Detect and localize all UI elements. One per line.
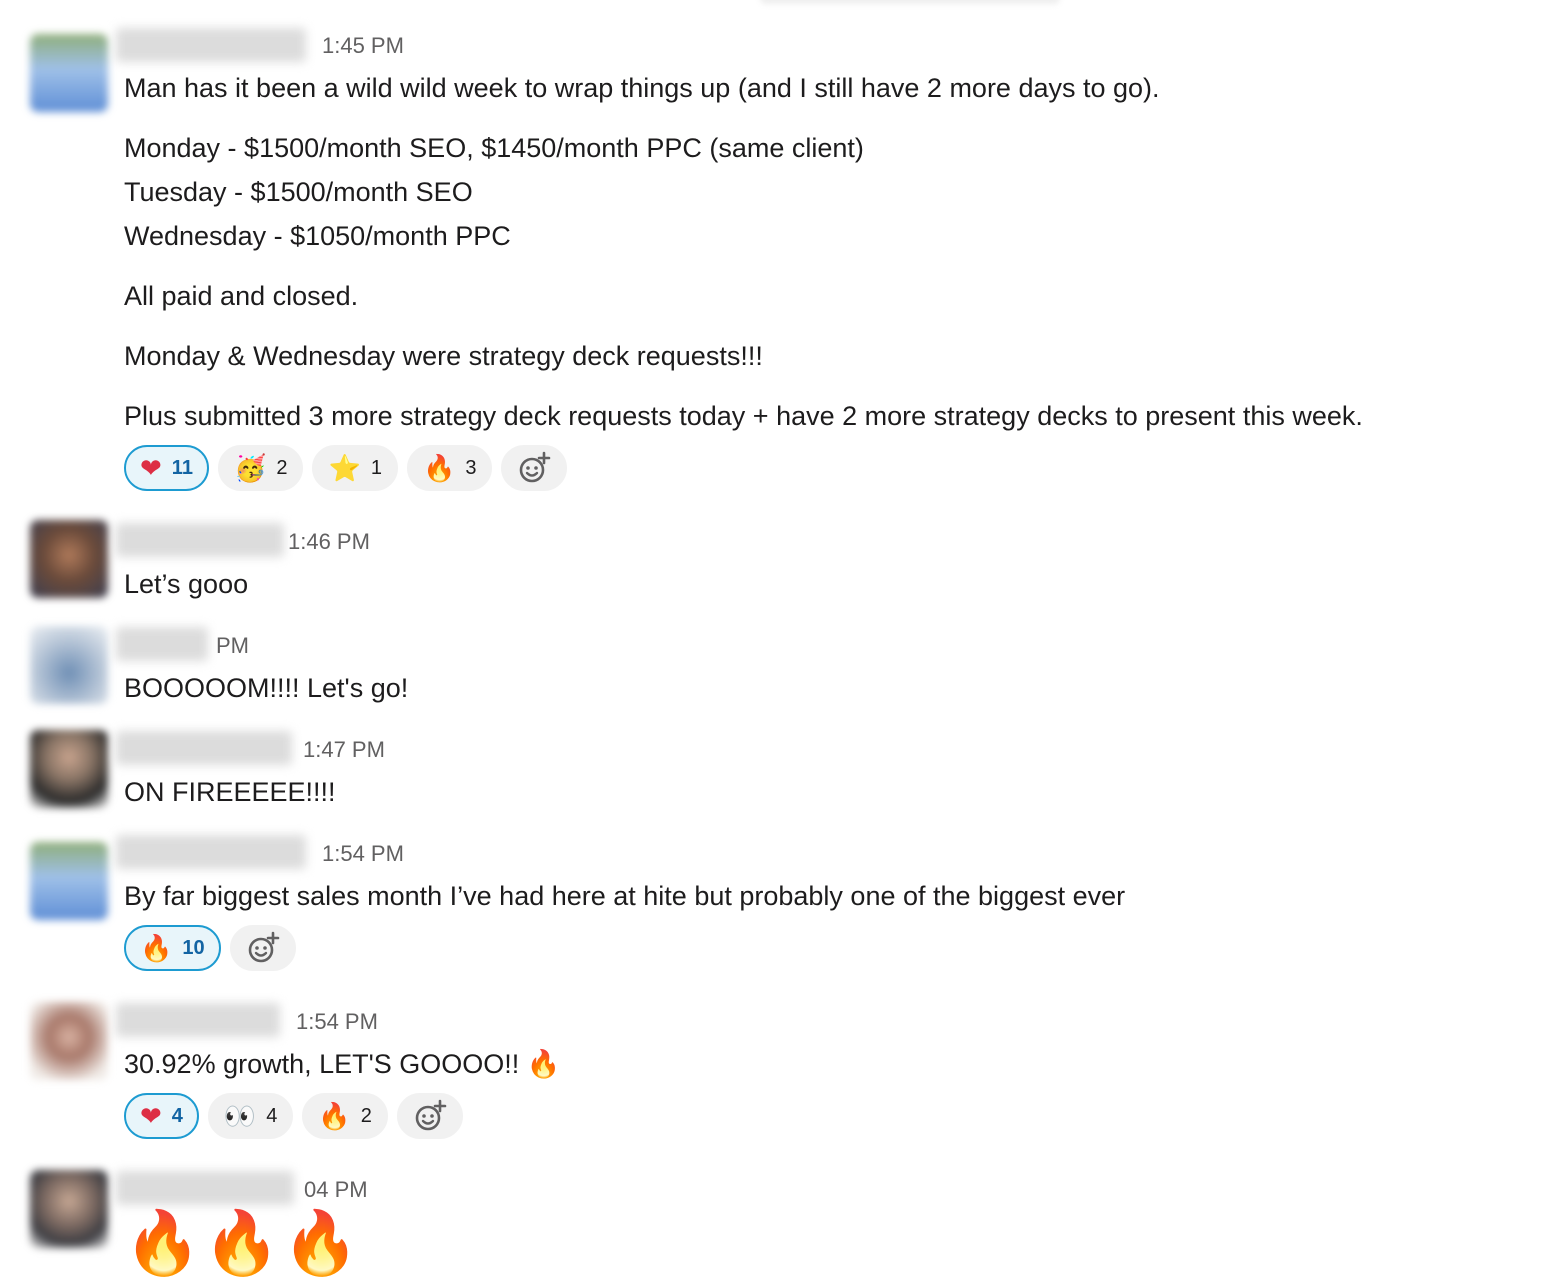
message-text: BOOOOOM!!!! Let's go! [124, 673, 409, 703]
message-text: 30.92% growth, LET'S GOOOO!! 🔥 [124, 1049, 561, 1079]
avatar[interactable] [30, 626, 108, 704]
reaction-count: 11 [171, 456, 193, 479]
add-reaction-icon [248, 931, 279, 963]
author-name[interactable] [116, 731, 292, 765]
message-line: Monday & Wednesday were strategy deck re… [124, 341, 763, 371]
reaction-fire[interactable]: 🔥 10 [124, 925, 221, 971]
heart-icon: ❤ [140, 453, 162, 483]
add-reaction-button[interactable] [396, 1093, 463, 1139]
add-reaction-button[interactable] [501, 445, 568, 491]
message-line: Monday - $1500/month SEO, $1450/month PP… [124, 133, 864, 163]
avatar[interactable] [30, 730, 108, 808]
message-text: ON FIREEEEE!!!! [124, 777, 336, 807]
avatar[interactable] [30, 520, 108, 598]
reaction-star[interactable]: ⭐ 1 [312, 445, 398, 491]
fire-icon: 🔥 [422, 453, 456, 483]
reaction-count: 4 [266, 1104, 278, 1127]
star-icon: ⭐ [328, 453, 361, 483]
reaction-count: 1 [370, 456, 382, 479]
reaction-bar: ❤ 4 👀 4 🔥 2 [124, 1093, 463, 1139]
author-name[interactable] [116, 627, 208, 661]
author-name[interactable] [116, 1003, 280, 1037]
reaction-count: 10 [182, 936, 205, 959]
message-line: Tuesday - $1500/month SEO [124, 177, 473, 207]
timestamp[interactable]: 04 PM [304, 1177, 368, 1203]
author-name[interactable] [116, 28, 306, 62]
reaction-count: 2 [276, 456, 288, 479]
reaction-eyes[interactable]: 👀 4 [207, 1093, 294, 1139]
add-reaction-button[interactable] [229, 925, 296, 971]
message-text: By far biggest sales month I’ve had here… [124, 881, 1126, 911]
timestamp[interactable]: 1:47 PM [303, 737, 385, 763]
author-name[interactable] [116, 835, 306, 869]
message-text: 🔥🔥🔥 [124, 1209, 362, 1278]
partying-face-icon: 🥳 [233, 453, 267, 483]
heart-icon: ❤ [140, 1101, 162, 1131]
avatar[interactable] [30, 1002, 108, 1080]
author-name[interactable] [116, 523, 284, 557]
reaction-bar: 🔥 10 [124, 925, 296, 971]
message-line: Plus submitted 3 more strategy deck requ… [124, 401, 1363, 431]
avatar[interactable] [30, 34, 108, 112]
message-line: All paid and closed. [124, 281, 359, 311]
reaction-bar: ❤ 11 🥳 2 ⭐ 1 🔥 3 [124, 445, 568, 491]
reaction-count: 4 [171, 1104, 183, 1127]
reaction-partying-face[interactable]: 🥳 2 [217, 445, 304, 491]
fire-icon: 🔥 [140, 933, 173, 963]
message-line: Wednesday - $1050/month PPC [124, 221, 511, 251]
timestamp[interactable]: 1:54 PM [296, 1009, 378, 1035]
avatar[interactable] [30, 842, 108, 920]
reaction-heart[interactable]: ❤ 11 [124, 445, 209, 491]
reaction-fire[interactable]: 🔥 3 [406, 445, 493, 491]
eyes-icon: 👀 [223, 1101, 257, 1131]
fire-icon: 🔥 [318, 1101, 351, 1131]
timestamp[interactable]: PM [216, 633, 249, 659]
message-line: Man has it been a wild wild week to wrap… [124, 73, 1160, 103]
reaction-heart[interactable]: ❤ 4 [124, 1093, 199, 1139]
add-reaction-icon [415, 1099, 447, 1131]
timestamp[interactable]: 1:45 PM [322, 33, 404, 59]
add-reaction-icon [520, 451, 551, 483]
timestamp[interactable]: 1:54 PM [322, 841, 404, 867]
timestamp[interactable]: 1:46 PM [288, 529, 370, 555]
top-divider [760, 0, 1060, 4]
reaction-count: 3 [465, 456, 477, 479]
reaction-count: 2 [360, 1104, 372, 1127]
message-text: Let’s gooo [124, 569, 249, 599]
author-name[interactable] [116, 1171, 294, 1205]
reaction-fire[interactable]: 🔥 2 [302, 1093, 388, 1139]
avatar[interactable] [30, 1170, 108, 1248]
